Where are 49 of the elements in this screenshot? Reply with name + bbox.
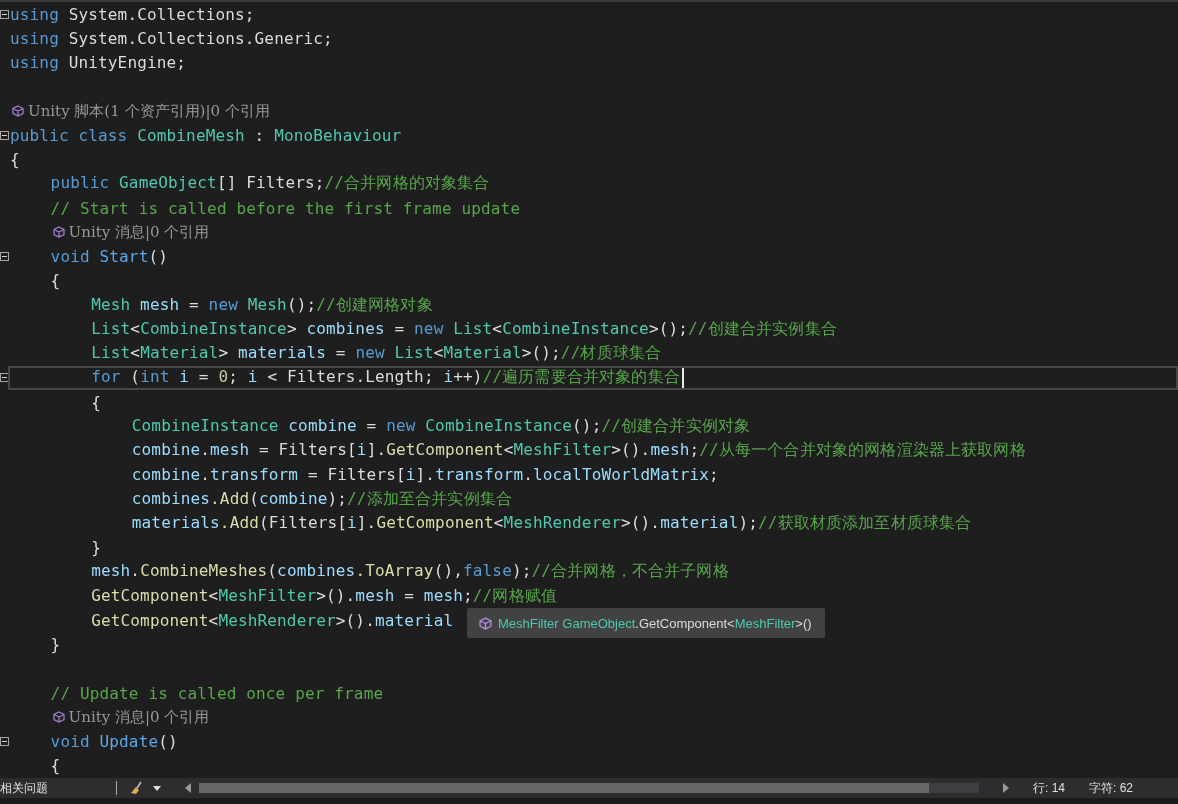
code-line: } <box>50 635 61 655</box>
collapse-icon[interactable] <box>0 130 9 140</box>
collapse-icon[interactable] <box>0 9 9 19</box>
code-line: materials.Add(Filters[i].GetComponent<MeshRenderer>().material);//获取材质添加至材质球集合 <box>131 512 972 534</box>
code-line: public GameObject[] Filters;//合并网格的对象集合 <box>50 173 490 195</box>
code-lens[interactable]: Unity 消息|0 个引用 <box>68 707 210 727</box>
cube-icon <box>52 226 65 239</box>
code-line: public class CombineMesh : MonoBehaviour <box>10 125 402 145</box>
code-line: } <box>91 538 101 558</box>
cube-icon <box>52 711 65 724</box>
scroll-left-icon[interactable] <box>185 783 191 793</box>
collapse-icon[interactable] <box>0 373 9 383</box>
code-line: GetComponent<MeshFilter>().mesh = mesh;//网格赋值 <box>91 585 557 607</box>
scrollbar-thumb[interactable] <box>199 783 929 793</box>
code-lens[interactable]: Unity 脚本(1 个资产引用)|0 个引用 <box>28 101 270 121</box>
tooltip-text: MeshFilter GameObject.GetComponent<MeshFilter>() <box>498 615 812 631</box>
code-line: for (int i = 0; i < Filters.Length; i++)//遍历需要合并对象的集合 <box>91 367 680 389</box>
code-lens[interactable]: Unity 消息|0 个引用 <box>68 222 210 242</box>
code-line: CombineInstance combine = new CombineInstance();//创建合并实例对象 <box>131 415 751 437</box>
code-line: void Start() <box>50 247 168 267</box>
code-line: using System.Collections.Generic; <box>10 28 333 48</box>
issues-status[interactable]: 相关问题 <box>0 779 108 797</box>
code-line: combines.Add(combine);//添加至合并实例集合 <box>131 488 512 510</box>
code-line: void Update() <box>50 732 178 752</box>
scroll-right-icon[interactable] <box>1003 783 1009 793</box>
code-line: { <box>50 756 61 776</box>
caret-icon[interactable] <box>153 785 161 791</box>
text-cursor <box>681 367 684 388</box>
collapse-icon[interactable] <box>0 737 9 747</box>
code-line: List<Material> materials = new List<Material>();//材质球集合 <box>91 343 662 365</box>
cube-icon <box>12 105 24 118</box>
line-number-status: 行: 14 <box>1033 779 1065 797</box>
code-line: mesh.CombineMeshes(combines.ToArray(),false);//合并网格，不合并子网格 <box>91 561 729 583</box>
cube-icon <box>479 616 492 630</box>
code-line: using UnityEngine; <box>10 53 187 73</box>
code-line: { <box>50 271 61 291</box>
code-line: // Update is called once per frame <box>50 683 384 703</box>
code-line: GetComponent<MeshRenderer>().material <box>91 610 454 630</box>
collapse-icon[interactable] <box>0 252 9 262</box>
broom-icon[interactable] <box>129 780 145 796</box>
code-line: combine.transform = Filters[i].transform.localToWorldMatrix; <box>131 465 719 485</box>
column-status: 字符: 62 <box>1089 779 1134 797</box>
code-line: Mesh mesh = new Mesh();//创建网格对象 <box>91 294 433 316</box>
code-line: // Start is called before the first frame update <box>50 198 521 218</box>
code-line: { <box>10 150 20 170</box>
code-line: List<CombineInstance> combines = new List<CombineInstance>();//创建合并实例集合 <box>91 318 837 340</box>
code-line: using System.Collections; <box>10 4 255 24</box>
code-line: { <box>91 392 101 412</box>
code-line: combine.mesh = Filters[i].GetComponent<MeshFilter>().mesh;//从每一个合并对象的网格渲染器上获取网格 <box>131 440 1026 462</box>
